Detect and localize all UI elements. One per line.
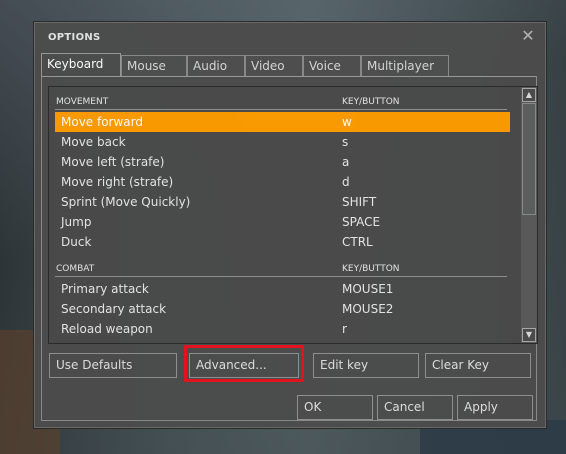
divider [55, 109, 507, 110]
tab-audio[interactable]: Audio [187, 55, 245, 76]
binding-action: Move right (strafe) [61, 175, 174, 189]
ok-button[interactable]: OK [297, 395, 373, 420]
scrollbar-thumb[interactable] [522, 103, 536, 215]
binding-action: Sprint (Move Quickly) [61, 195, 191, 209]
binding-row[interactable]: Secondary attack MOUSE2 [55, 299, 510, 319]
binding-key: s [342, 135, 349, 149]
binding-row[interactable]: Primary attack MOUSE1 [55, 279, 510, 299]
key-column-header: KEY/BUTTON [342, 264, 400, 274]
binding-key: CTRL [342, 235, 373, 249]
tab-keyboard[interactable]: Keyboard [41, 53, 121, 77]
section-header-combat: COMBAT [56, 264, 95, 274]
binding-key: r [342, 322, 347, 336]
list-scrollbar[interactable]: ▲ ▼ [521, 86, 538, 344]
binding-row[interactable]: Jump SPACE [55, 212, 510, 232]
binding-key: SPACE [342, 215, 381, 229]
advanced-button-highlight [184, 345, 304, 382]
binding-row[interactable]: Move right (strafe) d [55, 172, 510, 192]
scroll-up-arrow-icon[interactable]: ▲ [522, 88, 536, 102]
binding-action: Move forward [61, 115, 144, 129]
binding-action: Duck [61, 235, 92, 249]
binding-key: MOUSE2 [342, 302, 394, 316]
use-defaults-button[interactable]: Use Defaults [49, 353, 177, 378]
section-header-movement: MOVEMENT [56, 97, 109, 107]
binding-key: w [342, 115, 352, 129]
key-column-header: KEY/BUTTON [342, 97, 400, 107]
tab-video[interactable]: Video [245, 55, 303, 76]
clear-key-button[interactable]: Clear Key [425, 353, 531, 378]
close-icon[interactable]: ✕ [521, 28, 535, 44]
binding-row[interactable]: Move forward w [55, 112, 510, 132]
edit-key-button[interactable]: Edit key [313, 353, 419, 378]
tab-voice[interactable]: Voice [303, 55, 361, 76]
binding-row[interactable]: Move back s [55, 132, 510, 152]
tab-multiplayer[interactable]: Multiplayer [361, 55, 449, 76]
binding-action: Move left (strafe) [61, 155, 165, 169]
binding-row[interactable]: Move left (strafe) a [55, 152, 510, 172]
binding-key: d [342, 175, 350, 189]
tab-mouse[interactable]: Mouse [121, 55, 187, 76]
binding-key: SHIFT [342, 195, 377, 209]
binding-key: a [342, 155, 350, 169]
divider [55, 276, 507, 277]
binding-action: Jump [61, 215, 92, 229]
binding-row[interactable]: Duck CTRL [55, 232, 510, 252]
binding-action: Primary attack [61, 282, 149, 296]
binding-action: Reload weapon [61, 322, 153, 336]
binding-row[interactable]: Sprint (Move Quickly) SHIFT [55, 192, 510, 212]
binding-action: Secondary attack [61, 302, 167, 316]
binding-row[interactable]: Reload weapon r [55, 319, 510, 339]
key-binding-list[interactable]: MOVEMENT KEY/BUTTON Move forward w Move … [48, 86, 521, 344]
scroll-down-arrow-icon[interactable]: ▼ [522, 328, 536, 342]
binding-key: MOUSE1 [342, 282, 394, 296]
binding-action: Move back [61, 135, 126, 149]
dialog-title: OPTIONS [48, 32, 101, 43]
apply-button[interactable]: Apply [457, 395, 533, 420]
cancel-button[interactable]: Cancel [377, 395, 453, 420]
